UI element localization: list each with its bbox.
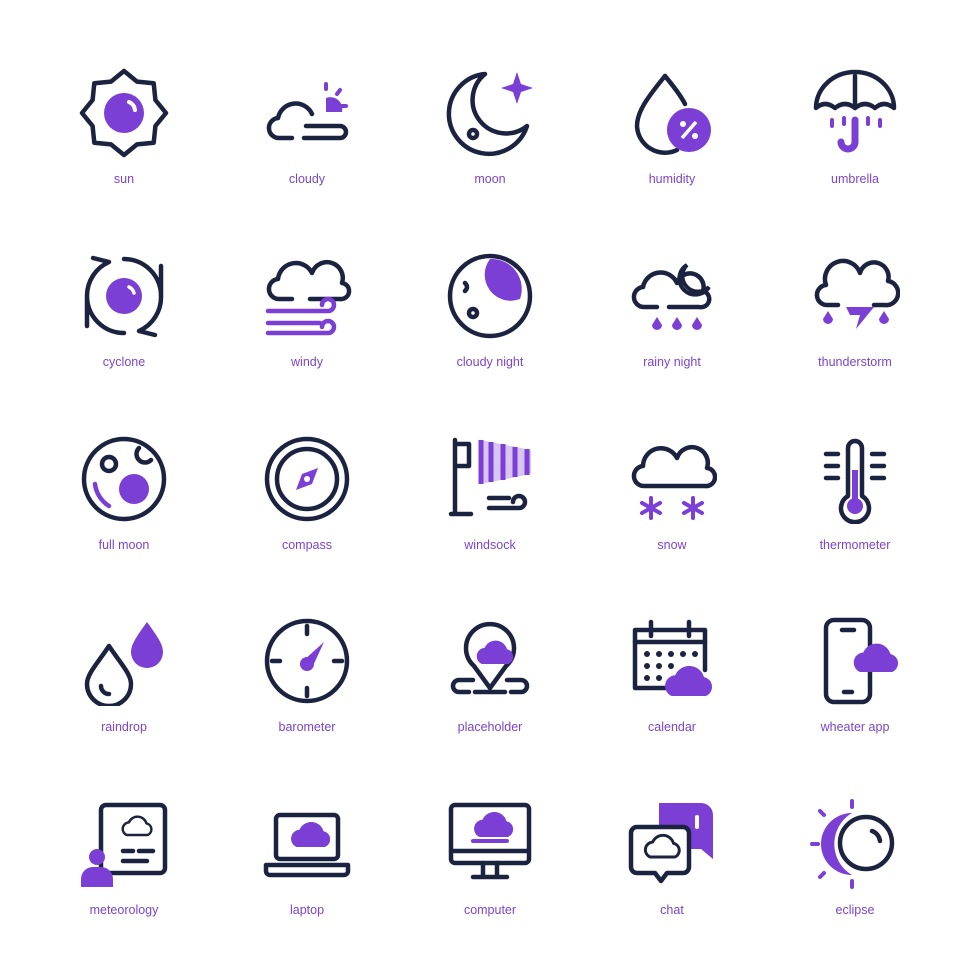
icon-label: compass: [281, 538, 333, 552]
icon-tile-eclipse: eclipse: [780, 799, 930, 929]
icon-label: computer: [463, 903, 517, 917]
cyclone-icon: [84, 255, 164, 338]
icon-tile-thermometer: thermometer: [780, 434, 930, 564]
windy-icon: [265, 259, 352, 336]
cloudy-icon: [266, 82, 349, 141]
icon-label: windsock: [464, 538, 516, 552]
icon-label: chat: [660, 903, 684, 917]
raindrop-icon: [84, 622, 163, 706]
icon-tile-umbrella: umbrella: [780, 68, 930, 198]
icon-tile-humidity: humidity: [597, 68, 747, 198]
weather-app-icon: [823, 617, 899, 705]
icon-label: laptop: [289, 903, 325, 917]
icon-tile-compass: compass: [232, 434, 382, 564]
icon-tile-raindrop: raindrop: [49, 616, 199, 746]
icon-tile-thunderstorm: thunderstorm: [780, 251, 930, 381]
icon-sheet: sun cloudy moon humidity umbrella cyclone wind…: [0, 0, 980, 980]
icon-tile-full-moon: full moon: [49, 434, 199, 564]
icon-label: sun: [113, 172, 135, 186]
icon-label: calendar: [648, 720, 696, 734]
icon-tile-rainy-night: rainy night: [597, 251, 747, 381]
rainy-night-icon: [631, 263, 712, 330]
icon-label: meteorology: [89, 903, 159, 917]
calendar-icon: [632, 619, 713, 696]
placeholder-icon: [450, 621, 530, 695]
laptop-icon: [263, 812, 351, 878]
icon-label: full moon: [98, 538, 150, 552]
icon-tile-calendar: calendar: [597, 616, 747, 746]
cloudy-night-icon: [447, 253, 533, 339]
chat-icon: [628, 803, 713, 884]
humidity-icon: [634, 73, 711, 155]
icon-tile-windsock: windsock: [415, 434, 565, 564]
icon-tile-cloudy-night: cloudy night: [415, 251, 565, 381]
icon-tile-cloudy: cloudy: [232, 68, 382, 198]
moon-icon: [446, 71, 533, 157]
compass-icon: [264, 436, 350, 522]
computer-icon: [448, 802, 532, 880]
full-moon-icon: [81, 436, 167, 522]
icon-label: humidity: [648, 172, 696, 186]
icon-tile-weather-app: wheater app: [780, 616, 930, 746]
icon-label: snow: [657, 538, 687, 552]
icon-tile-moon: moon: [415, 68, 565, 198]
icon-label: barometer: [278, 720, 336, 734]
icon-label: cloudy night: [456, 355, 524, 369]
icon-tile-laptop: laptop: [232, 799, 382, 929]
thermometer-icon: [823, 438, 887, 524]
icon-tile-placeholder: placeholder: [415, 616, 565, 746]
icon-tile-meteorology: meteorology: [49, 799, 199, 929]
snow-icon: [631, 444, 717, 520]
barometer-icon: [264, 618, 350, 704]
icon-label: wheater app: [820, 720, 890, 734]
icon-tile-computer: computer: [415, 799, 565, 929]
sun-icon: [79, 68, 169, 158]
icon-label: moon: [474, 172, 506, 186]
windsock-icon: [448, 437, 531, 517]
icon-tile-sun: sun: [49, 68, 199, 198]
icon-tile-chat: chat: [597, 799, 747, 929]
meteorology-icon: [81, 802, 168, 887]
icon-label: eclipse: [835, 903, 875, 917]
thunderstorm-icon: [814, 258, 900, 329]
icon-label: cloudy: [288, 172, 326, 186]
icon-label: raindrop: [101, 720, 147, 734]
icon-tile-windy: windy: [232, 251, 382, 381]
umbrella-icon: [813, 69, 897, 153]
icon-tile-cyclone: cyclone: [49, 251, 199, 381]
icon-label: rainy night: [643, 355, 701, 369]
icon-tile-snow: snow: [597, 434, 747, 564]
eclipse-icon: [810, 799, 895, 889]
icon-tile-barometer: barometer: [232, 616, 382, 746]
icon-label: thermometer: [819, 538, 891, 552]
icon-label: windy: [291, 355, 323, 369]
icon-label: cyclone: [102, 355, 146, 369]
icon-label: thunderstorm: [818, 355, 892, 369]
icon-label: umbrella: [831, 172, 879, 186]
icon-label: placeholder: [457, 720, 523, 734]
